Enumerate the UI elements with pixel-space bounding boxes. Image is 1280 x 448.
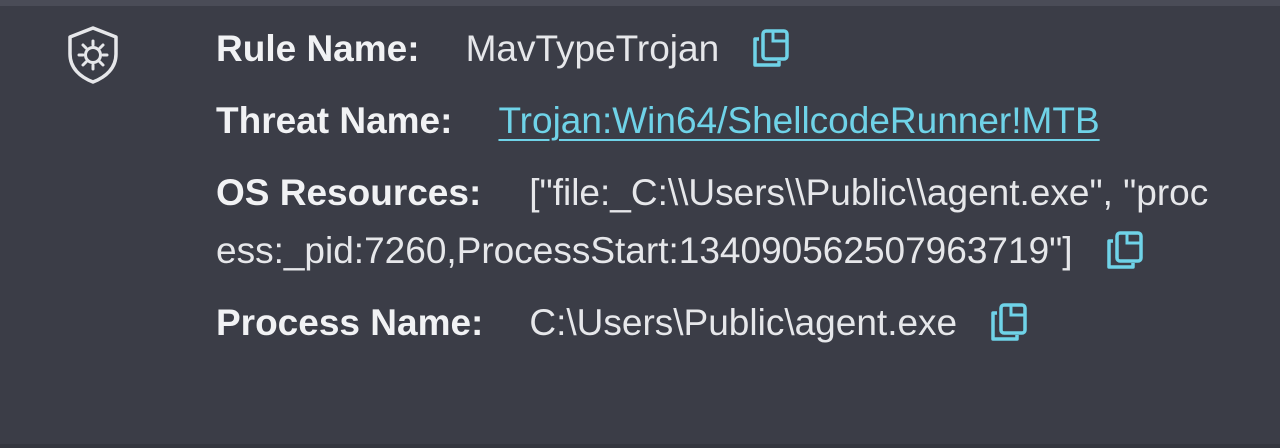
top-divider xyxy=(0,0,1280,6)
bottom-divider xyxy=(0,444,1280,448)
os-resources-row: OS Resources: ["file:_C:\\Users\\Public\\… xyxy=(216,164,1226,280)
process-name-label: Process Name: xyxy=(216,302,484,343)
rule-name-value: MavTypeTrojan xyxy=(465,28,720,69)
os-resources-label: OS Resources: xyxy=(216,172,482,213)
alert-details: Rule Name: MavTypeTrojan Threat Name: Troj… xyxy=(216,20,1256,366)
threat-name-link[interactable]: Trojan:Win64/ShellcodeRunner!MTB xyxy=(498,100,1099,141)
copy-icon[interactable] xyxy=(749,25,793,69)
rule-name-label: Rule Name: xyxy=(216,28,420,69)
rule-name-row: Rule Name: MavTypeTrojan xyxy=(216,20,1256,78)
threat-name-row: Threat Name: Trojan:Win64/ShellcodeRunner… xyxy=(216,92,1256,150)
process-name-row: Process Name: C:\Users\Public\agent.exe xyxy=(216,294,1256,352)
threat-name-label: Threat Name: xyxy=(216,100,453,141)
copy-icon[interactable] xyxy=(987,299,1031,343)
process-name-value: C:\Users\Public\agent.exe xyxy=(529,302,958,343)
shield-alert-icon xyxy=(62,24,124,86)
copy-icon[interactable] xyxy=(1103,227,1147,271)
